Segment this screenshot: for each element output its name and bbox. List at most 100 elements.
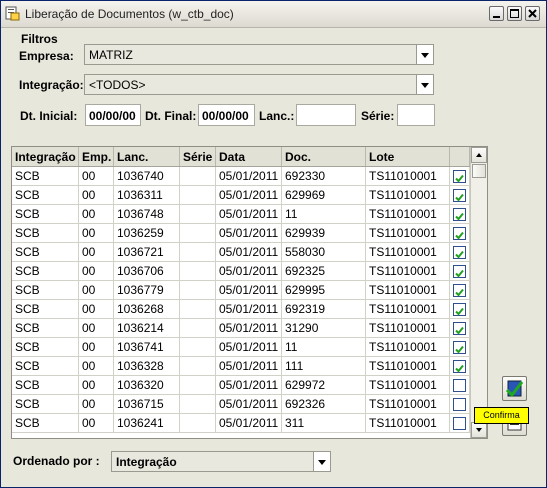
chevron-down-icon[interactable] bbox=[416, 75, 433, 94]
table-row[interactable]: SCB 00 1036715 05/01/2011 692326 TS11010001 bbox=[12, 395, 470, 414]
scroll-down-button[interactable] bbox=[471, 422, 487, 438]
cell-select bbox=[450, 319, 470, 338]
table-row[interactable]: SCB 00 1036268 05/01/2011 692319 TS11010001 bbox=[12, 300, 470, 319]
scroll-thumb[interactable] bbox=[472, 164, 486, 178]
cell-doc: 111 bbox=[282, 357, 366, 376]
row-checkbox[interactable] bbox=[453, 246, 466, 259]
cell-integracao: SCB bbox=[12, 357, 79, 376]
dt-inicial-label: Dt. Inicial: bbox=[20, 109, 78, 123]
cell-emp: 00 bbox=[79, 167, 114, 186]
table-row[interactable]: SCB 00 1036328 05/01/2011 111 TS11010001 bbox=[12, 357, 470, 376]
chevron-up-icon bbox=[476, 153, 482, 157]
cell-doc: 31290 bbox=[282, 319, 366, 338]
row-checkbox[interactable] bbox=[453, 284, 466, 297]
row-checkbox[interactable] bbox=[453, 360, 466, 373]
cell-select bbox=[450, 186, 470, 205]
table-row[interactable]: SCB 00 1036721 05/01/2011 558030 TS11010001 bbox=[12, 243, 470, 262]
vertical-scrollbar[interactable] bbox=[470, 147, 487, 438]
confirm-button[interactable] bbox=[502, 376, 527, 401]
row-checkbox[interactable] bbox=[453, 208, 466, 221]
cell-data: 05/01/2011 bbox=[216, 186, 282, 205]
chevron-down-icon[interactable] bbox=[416, 45, 433, 64]
cell-lanc: 1036311 bbox=[114, 186, 180, 205]
cell-integracao: SCB bbox=[12, 300, 79, 319]
order-combo[interactable]: Integração bbox=[111, 451, 331, 472]
row-checkbox[interactable] bbox=[453, 322, 466, 335]
cell-select bbox=[450, 376, 470, 395]
row-checkbox[interactable] bbox=[453, 170, 466, 183]
table-row[interactable]: SCB 00 1036214 05/01/2011 31290 TS11010001 bbox=[12, 319, 470, 338]
cell-data: 05/01/2011 bbox=[216, 338, 282, 357]
row-checkbox[interactable] bbox=[453, 303, 466, 316]
col-doc[interactable]: Doc. bbox=[282, 147, 366, 166]
table-row[interactable]: SCB 00 1036241 05/01/2011 311 TS11010001 bbox=[12, 414, 470, 433]
lanc-field[interactable] bbox=[296, 104, 356, 126]
empresa-label: Empresa: bbox=[19, 49, 74, 63]
table-row[interactable]: SCB 00 1036741 05/01/2011 11 TS11010001 bbox=[12, 338, 470, 357]
row-checkbox[interactable] bbox=[453, 379, 466, 392]
cell-doc: 629969 bbox=[282, 186, 366, 205]
cell-select bbox=[450, 357, 470, 376]
cell-lanc: 1036715 bbox=[114, 395, 180, 414]
row-checkbox[interactable] bbox=[453, 341, 466, 354]
integracao-combo[interactable]: <TODOS> bbox=[84, 74, 434, 95]
row-checkbox[interactable] bbox=[453, 417, 466, 430]
col-lote[interactable]: Lote bbox=[366, 147, 450, 166]
empresa-combo[interactable]: MATRIZ bbox=[84, 44, 434, 65]
table-row[interactable]: SCB 00 1036311 05/01/2011 629969 TS11010001 bbox=[12, 186, 470, 205]
cell-emp: 00 bbox=[79, 395, 114, 414]
table-row[interactable]: SCB 00 1036706 05/01/2011 692325 TS11010001 bbox=[12, 262, 470, 281]
minimize-button[interactable] bbox=[489, 6, 504, 21]
title-bar[interactable]: Liberação de Documentos (w_ctb_doc) bbox=[1, 1, 546, 28]
chevron-down-icon[interactable] bbox=[313, 452, 330, 471]
cell-emp: 00 bbox=[79, 414, 114, 433]
cell-lanc: 1036748 bbox=[114, 205, 180, 224]
maximize-icon bbox=[510, 9, 519, 18]
cell-lanc: 1036721 bbox=[114, 243, 180, 262]
checkmark-icon bbox=[455, 250, 464, 259]
cell-lote: TS11010001 bbox=[366, 224, 450, 243]
cell-doc: 629939 bbox=[282, 224, 366, 243]
dt-final-field[interactable]: 00/00/00 bbox=[198, 104, 255, 126]
cell-serie bbox=[180, 243, 216, 262]
table-row[interactable]: SCB 00 1036779 05/01/2011 629995 TS11010001 bbox=[12, 281, 470, 300]
cell-data: 05/01/2011 bbox=[216, 357, 282, 376]
app-icon bbox=[5, 6, 20, 21]
table-row[interactable]: SCB 00 1036748 05/01/2011 11 TS11010001 bbox=[12, 205, 470, 224]
row-checkbox[interactable] bbox=[453, 189, 466, 202]
cell-lanc: 1036259 bbox=[114, 224, 180, 243]
cell-data: 05/01/2011 bbox=[216, 224, 282, 243]
cell-integracao: SCB bbox=[12, 338, 79, 357]
col-data[interactable]: Data bbox=[216, 147, 282, 166]
cell-integracao: SCB bbox=[12, 167, 79, 186]
cell-serie bbox=[180, 262, 216, 281]
cell-lanc: 1036320 bbox=[114, 376, 180, 395]
cell-data: 05/01/2011 bbox=[216, 395, 282, 414]
maximize-button[interactable] bbox=[507, 6, 522, 21]
cell-serie bbox=[180, 281, 216, 300]
row-checkbox[interactable] bbox=[453, 265, 466, 278]
cell-data: 05/01/2011 bbox=[216, 414, 282, 433]
col-integracao[interactable]: Integração bbox=[12, 147, 79, 166]
scroll-up-button[interactable] bbox=[471, 147, 487, 163]
cell-lote: TS11010001 bbox=[366, 300, 450, 319]
cell-doc: 11 bbox=[282, 205, 366, 224]
cell-integracao: SCB bbox=[12, 243, 79, 262]
serie-field[interactable] bbox=[397, 104, 435, 126]
col-serie[interactable]: Série bbox=[180, 147, 216, 166]
dt-inicial-field[interactable]: 00/00/00 bbox=[85, 104, 141, 126]
table-row[interactable]: SCB 00 1036740 05/01/2011 692330 TS11010001 bbox=[12, 167, 470, 186]
cell-emp: 00 bbox=[79, 300, 114, 319]
cell-lote: TS11010001 bbox=[366, 243, 450, 262]
cell-lanc: 1036741 bbox=[114, 338, 180, 357]
table-row[interactable]: SCB 00 1036320 05/01/2011 629972 TS11010001 bbox=[12, 376, 470, 395]
dt-final-label: Dt. Final: bbox=[145, 109, 197, 123]
row-checkbox[interactable] bbox=[453, 227, 466, 240]
table-header: Integração Emp. Lanc. Série Data Doc. Lo… bbox=[12, 147, 487, 167]
row-checkbox[interactable] bbox=[453, 398, 466, 411]
table-row[interactable]: SCB 00 1036259 05/01/2011 629939 TS11010001 bbox=[12, 224, 470, 243]
col-lanc[interactable]: Lanc. bbox=[114, 147, 180, 166]
checkmark-icon bbox=[455, 231, 464, 240]
col-emp[interactable]: Emp. bbox=[79, 147, 114, 166]
close-button[interactable] bbox=[525, 6, 540, 21]
